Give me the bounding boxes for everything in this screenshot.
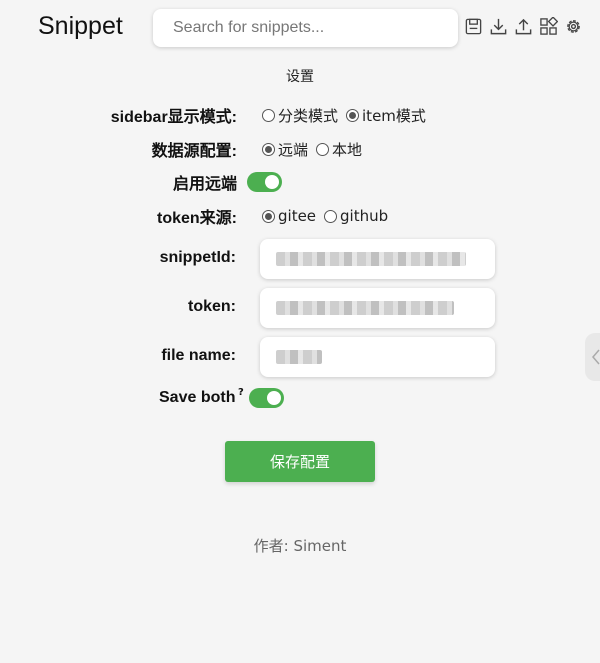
sidebar-mode-label: sidebar显示模式: bbox=[110, 109, 237, 126]
help-icon[interactable]: ? bbox=[238, 387, 244, 398]
radio-dot-checked[interactable] bbox=[262, 142, 275, 156]
snippet-id-label: snippetId: bbox=[159, 249, 236, 266]
radio-item-mode[interactable]: item模式 bbox=[346, 105, 426, 126]
radio-dot[interactable] bbox=[324, 209, 338, 223]
redacted-value bbox=[276, 350, 322, 364]
snippet-id-row: snippetId: bbox=[0, 239, 600, 279]
radio-label: 分类模式 bbox=[278, 106, 339, 125]
enable-remote-control bbox=[247, 172, 282, 192]
gear-icon[interactable] bbox=[564, 17, 583, 36]
radio-dot-checked[interactable] bbox=[262, 209, 275, 223]
radio-gitee[interactable]: gitee bbox=[262, 207, 316, 225]
file-name-input[interactable] bbox=[260, 337, 495, 377]
apps-icon[interactable] bbox=[539, 17, 558, 36]
radio-dot-checked[interactable] bbox=[346, 108, 360, 122]
chevron-left-icon bbox=[592, 349, 600, 365]
radio-dot[interactable] bbox=[316, 142, 330, 156]
search-box[interactable] bbox=[153, 9, 458, 47]
token-source-options: gitee github bbox=[262, 207, 388, 225]
radio-category-mode[interactable]: 分类模式 bbox=[262, 105, 338, 126]
save-icon[interactable] bbox=[464, 17, 483, 36]
file-name-label: file name: bbox=[161, 347, 236, 364]
app-logo: Snippet bbox=[38, 12, 123, 40]
token-input[interactable] bbox=[260, 288, 495, 328]
data-source-label: 数据源配置: bbox=[151, 143, 237, 160]
author-text: 作者: Siment bbox=[253, 537, 347, 555]
data-source-options: 远端 本地 bbox=[262, 139, 362, 160]
upload-icon[interactable] bbox=[514, 17, 533, 36]
download-icon[interactable] bbox=[489, 17, 508, 36]
sidebar-mode-row: sidebar显示模式: 分类模式 item模式 bbox=[0, 103, 600, 127]
enable-remote-row: 启用远端 bbox=[0, 170, 600, 194]
side-panel-handle[interactable] bbox=[585, 333, 600, 381]
toggle-knob bbox=[267, 391, 281, 405]
radio-label: 远端 bbox=[278, 140, 309, 159]
token-source-label: token来源: bbox=[156, 210, 237, 227]
radio-dot[interactable] bbox=[262, 108, 275, 122]
token-row: token: bbox=[0, 288, 600, 328]
redacted-value bbox=[276, 301, 454, 315]
save-config-button[interactable]: 保存配置 bbox=[225, 441, 375, 482]
enable-remote-toggle[interactable] bbox=[247, 172, 282, 192]
snippet-id-input[interactable] bbox=[260, 239, 495, 279]
radio-local[interactable]: 本地 bbox=[316, 139, 362, 160]
data-source-row: 数据源配置: 远端 本地 bbox=[0, 137, 600, 161]
radio-label: item模式 bbox=[362, 106, 426, 125]
toggle-knob bbox=[265, 175, 279, 189]
page-title: 设置 bbox=[286, 69, 314, 85]
enable-remote-label: 启用远端 bbox=[172, 176, 237, 193]
radio-label: github bbox=[340, 207, 389, 225]
radio-github[interactable]: github bbox=[324, 207, 388, 225]
token-source-row: token来源: gitee github bbox=[0, 204, 600, 228]
redacted-value bbox=[276, 252, 466, 266]
sidebar-mode-options: 分类模式 item模式 bbox=[262, 105, 426, 126]
radio-label: 本地 bbox=[332, 140, 363, 159]
token-label: token: bbox=[188, 298, 236, 315]
toolbar bbox=[464, 17, 583, 36]
file-name-row: file name: bbox=[0, 337, 600, 377]
save-both-label: Save both bbox=[159, 389, 236, 406]
radio-remote[interactable]: 远端 bbox=[262, 139, 308, 160]
save-both-toggle[interactable] bbox=[249, 388, 284, 408]
radio-label: gitee bbox=[278, 207, 317, 225]
search-input[interactable] bbox=[153, 9, 458, 47]
header: Snippet bbox=[0, 0, 600, 56]
